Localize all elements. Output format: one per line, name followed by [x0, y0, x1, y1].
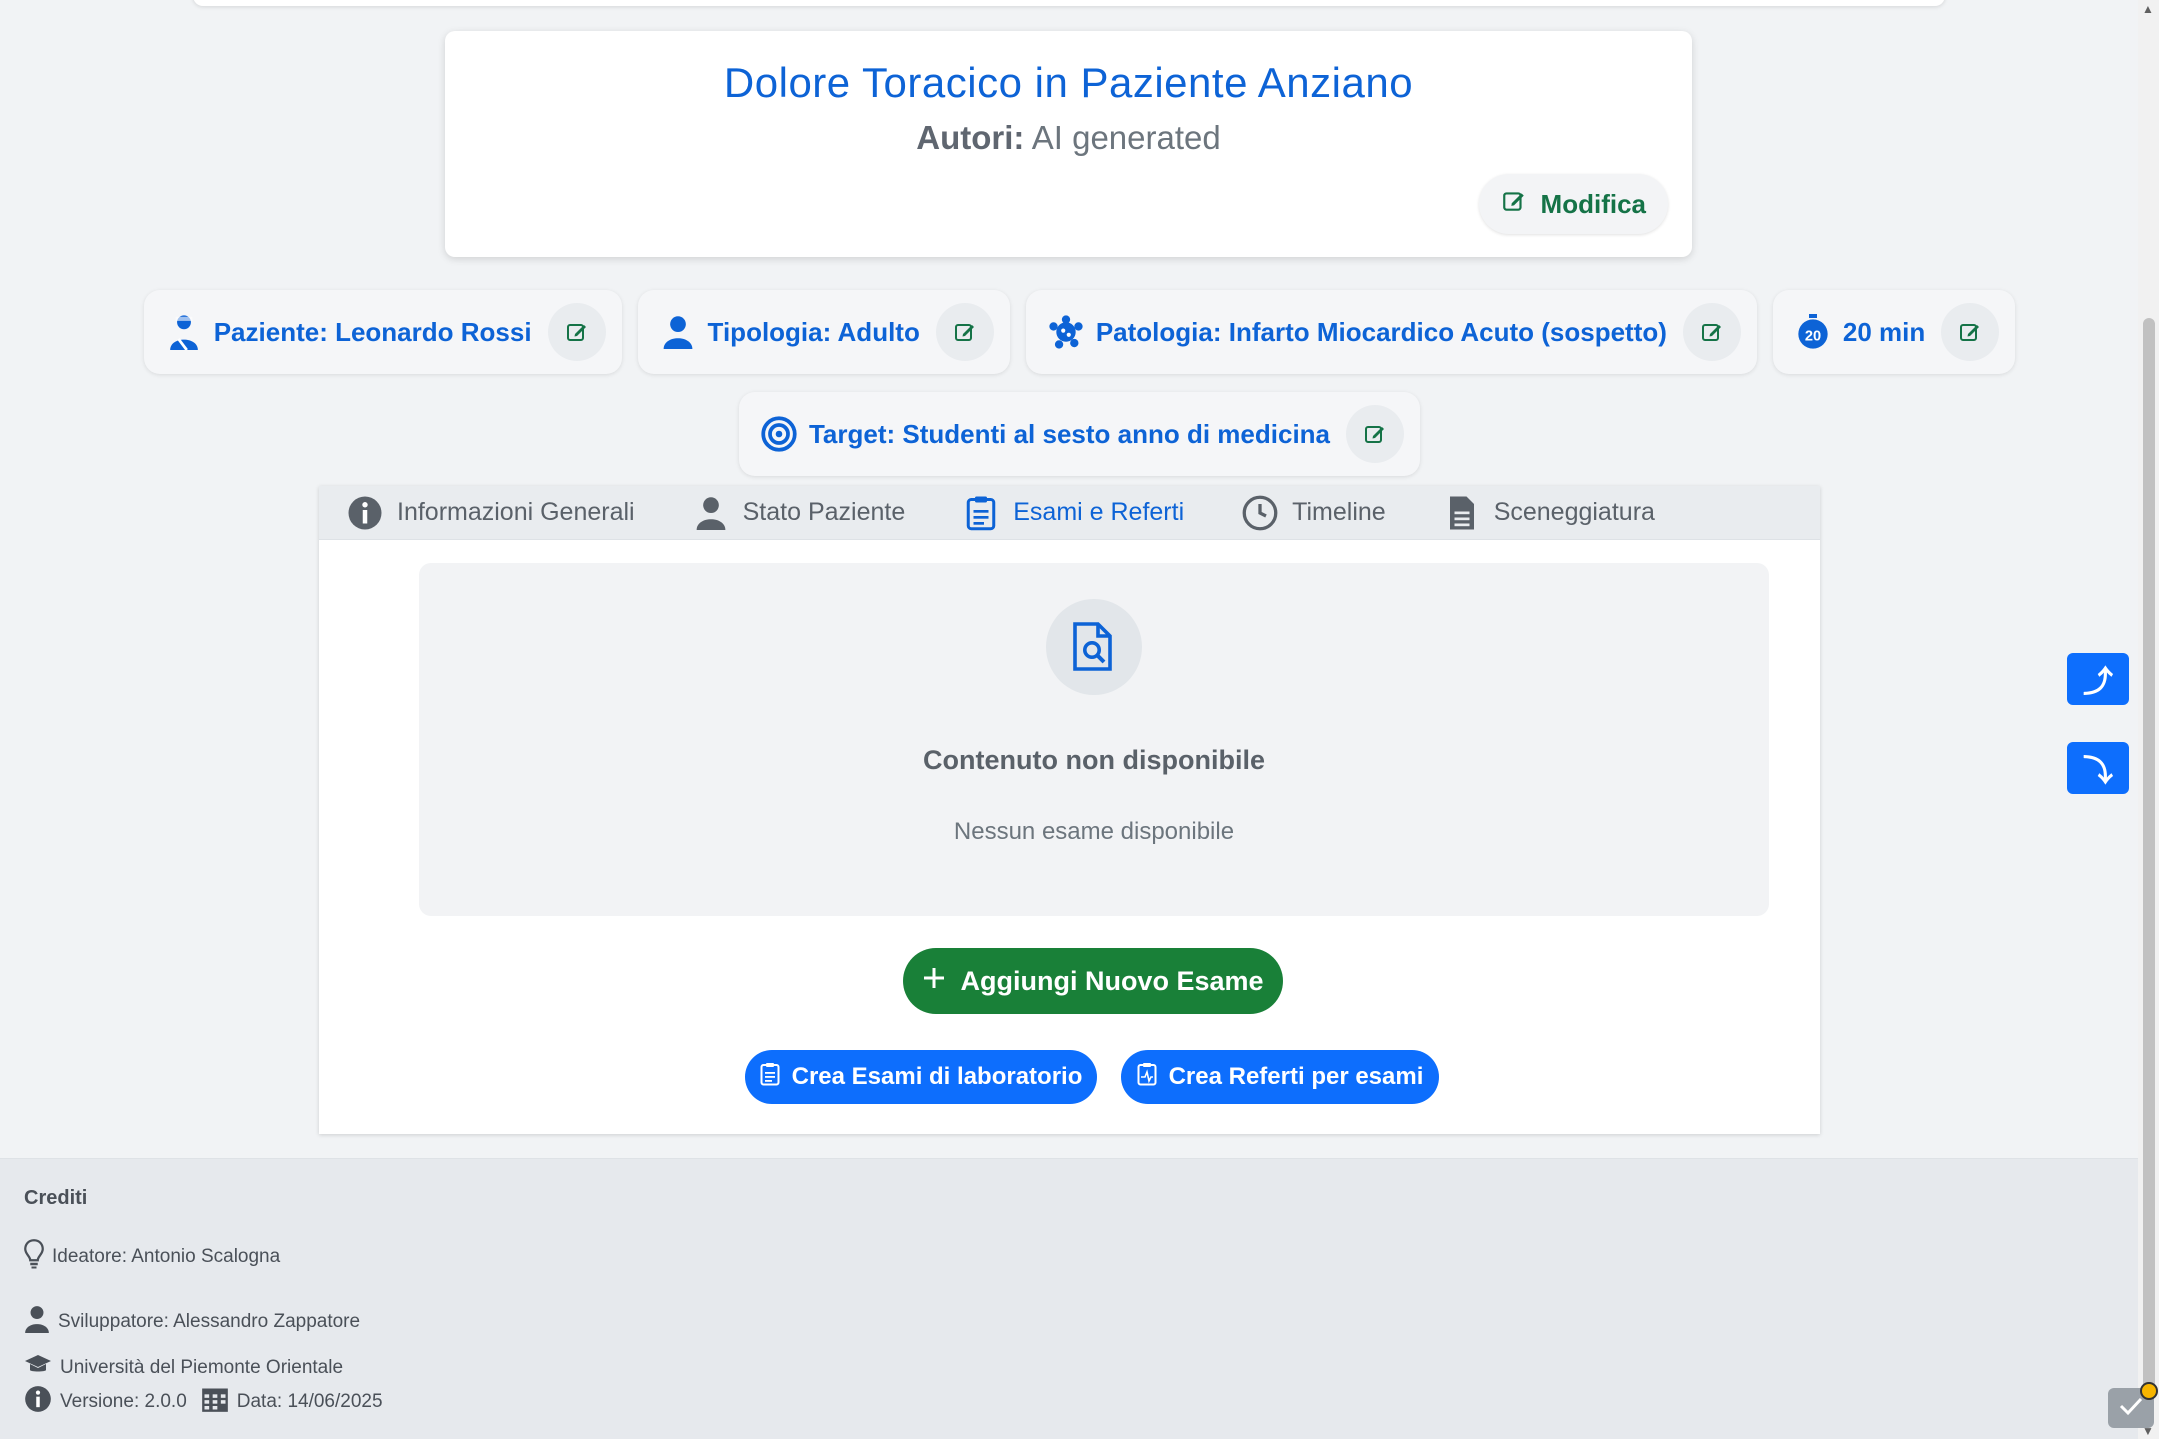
create-lab-exams-button[interactable]: Crea Esami di laboratorio — [745, 1050, 1097, 1104]
create-reports-button[interactable]: Crea Referti per esami — [1121, 1050, 1439, 1104]
add-exam-button[interactable]: Aggiungi Nuovo Esame — [903, 948, 1283, 1014]
virus-icon — [1048, 314, 1084, 350]
chip-type: Tipologia: Adulto — [637, 290, 1010, 374]
chip-target-label: Target: Studenti al sesto anno di medici… — [808, 418, 1331, 449]
clipboard-pulse-icon — [1137, 1061, 1157, 1094]
case-info-chips: Paziente: Leonardo Rossi Tipologia: Adul… — [0, 290, 2159, 374]
create-lab-exams-label: Crea Esami di laboratorio — [791, 1063, 1083, 1090]
create-reports-label: Crea Referti per esami — [1168, 1063, 1424, 1090]
chip-duration-label: 20 min — [1842, 316, 1926, 347]
clipboard-list-icon — [760, 1061, 780, 1094]
info-icon — [24, 1385, 52, 1419]
tab-exams-reports-label: Esami e Referti — [1013, 498, 1185, 526]
user-icon — [24, 1305, 50, 1339]
case-content-panel: Informazioni Generali Stato Paziente Esa… — [319, 486, 1820, 1134]
footer-heading: Crediti — [24, 1187, 88, 1209]
tab-patient-status[interactable]: Stato Paziente — [693, 495, 906, 531]
graduation-cap-icon — [24, 1353, 52, 1383]
chip-patient-label: Paziente: Leonardo Rossi — [213, 316, 532, 347]
scroll-up-arrow-icon[interactable]: ▲ — [2142, 2, 2154, 16]
footer-developer-text: Sviluppatore: Alessandro Zappatore — [58, 1311, 361, 1332]
top-card-edge — [193, 0, 1945, 6]
svg-text:20: 20 — [1805, 329, 1821, 345]
lightbulb-icon — [24, 1239, 44, 1275]
chip-patient: Paziente: Leonardo Rossi — [143, 290, 622, 374]
calendar-icon — [201, 1385, 229, 1419]
user-injured-icon — [166, 314, 202, 350]
scroll-down-button[interactable]: ⤵ — [2067, 742, 2129, 794]
scrollbar-thumb[interactable] — [2143, 318, 2155, 1398]
empty-state: Contenuto non disponibile Nessun esame d… — [419, 563, 1769, 916]
tab-bar: Informazioni Generali Stato Paziente Esa… — [319, 486, 1820, 540]
case-header-card: Dolore Toracico in Paziente Anziano Auto… — [445, 31, 1692, 257]
edit-case-label: Modifica — [1540, 188, 1646, 219]
edit-type-button[interactable] — [935, 303, 994, 361]
empty-state-message: Nessun esame disponibile — [953, 818, 1235, 845]
add-exam-label: Aggiungi Nuovo Esame — [960, 965, 1264, 996]
chip-target: Target: Studenti al sesto anno di medici… — [738, 392, 1421, 476]
footer: Crediti Ideatore: Antonio Scalogna Svilu… — [0, 1158, 2138, 1439]
footer-university: Università del Piemonte Orientale — [24, 1353, 343, 1383]
document-icon — [1444, 495, 1480, 531]
clipboard-icon — [963, 495, 999, 531]
empty-state-title: Contenuto non disponibile — [923, 745, 1265, 775]
feedback-widget-button[interactable] — [2108, 1382, 2158, 1428]
footer-university-text: Università del Piemonte Orientale — [60, 1357, 344, 1378]
tab-patient-status-label: Stato Paziente — [742, 498, 906, 526]
arrow-down-icon: ⤵ — [2083, 755, 2113, 788]
scroll-up-button[interactable]: ⤴ — [2067, 653, 2129, 705]
authors-label: Autori: — [916, 119, 1025, 156]
file-search-icon — [1046, 599, 1142, 695]
case-authors: Autori: AI generated — [445, 119, 1692, 157]
tab-timeline[interactable]: Timeline — [1242, 495, 1386, 531]
authors-value: AI generated — [1031, 119, 1221, 156]
case-target-chips: Target: Studenti al sesto anno di medici… — [0, 392, 2159, 476]
footer-version-date: Versione: 2.0.0 Data: 14/06/2025 — [24, 1385, 383, 1419]
footer-date-text: Data: 14/06/2025 — [236, 1391, 383, 1412]
edit-icon — [1501, 188, 1527, 221]
edit-pathology-button[interactable] — [1682, 303, 1741, 361]
edit-duration-button[interactable] — [1941, 303, 2000, 361]
case-title: Dolore Toracico in Paziente Anziano — [723, 59, 1414, 106]
footer-version-text: Versione: 2.0.0 — [60, 1391, 187, 1412]
tab-exams-reports[interactable]: Esami e Referti — [963, 495, 1184, 531]
tab-script[interactable]: Sceneggiatura — [1444, 495, 1655, 531]
footer-developer: Sviluppatore: Alessandro Zappatore — [24, 1305, 360, 1339]
arrow-up-icon: ⤴ — [2083, 666, 2113, 699]
target-icon — [761, 416, 797, 452]
info-icon — [347, 495, 383, 531]
check-icon — [2118, 1395, 2144, 1422]
clock-icon — [1242, 495, 1278, 531]
user-icon — [660, 314, 696, 350]
user-icon — [693, 495, 729, 531]
tab-general-info[interactable]: Informazioni Generali — [347, 495, 635, 531]
footer-creator-text: Ideatore: Antonio Scalogna — [52, 1246, 281, 1267]
stopwatch-20-icon: 20 — [1795, 314, 1831, 350]
chip-pathology-label: Patologia: Infarto Miocardico Acuto (sos… — [1095, 316, 1667, 347]
tab-script-label: Sceneggiatura — [1493, 498, 1655, 526]
notification-dot — [2140, 1382, 2158, 1400]
edit-target-button[interactable] — [1346, 405, 1405, 463]
chip-type-label: Tipologia: Adulto — [707, 316, 920, 347]
edit-case-button[interactable]: Modifica — [1478, 174, 1668, 234]
tab-timeline-label: Timeline — [1292, 498, 1386, 526]
chip-pathology: Patologia: Infarto Miocardico Acuto (sos… — [1025, 290, 1757, 374]
edit-patient-button[interactable] — [547, 303, 606, 361]
plus-icon — [922, 966, 946, 997]
chip-duration: 20 20 min — [1772, 290, 2016, 374]
tab-general-info-label: Informazioni Generali — [397, 498, 635, 526]
footer-creator: Ideatore: Antonio Scalogna — [24, 1239, 280, 1275]
